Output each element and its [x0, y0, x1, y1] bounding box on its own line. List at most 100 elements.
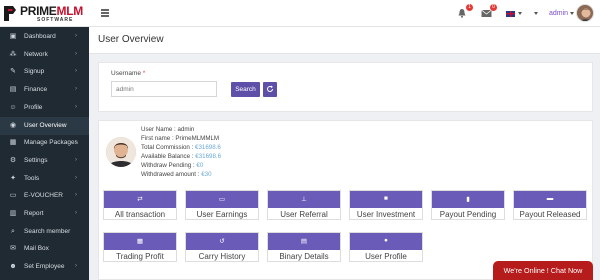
card-label: Carry History — [198, 252, 246, 261]
profile-row-value[interactable]: €30 — [201, 171, 211, 178]
sidebar-item-network[interactable]: ⁂ Network › — [0, 46, 89, 64]
sidebar-item-label: Finance — [24, 86, 48, 94]
avatar[interactable] — [576, 4, 594, 22]
card-trading-profit[interactable]: ▦ Trading Profit — [103, 232, 177, 262]
logo-mark-icon — [4, 6, 16, 21]
sidebar-item-settings[interactable]: ⚙ Settings › — [0, 152, 89, 170]
bell-icon — [458, 9, 466, 18]
packages-icon: ▦ — [9, 139, 17, 147]
sidebar-item-tools[interactable]: ✦ Tools › — [0, 170, 89, 188]
card-payout-released[interactable]: ▬ Payout Released — [513, 190, 587, 220]
profile-avatar — [106, 137, 136, 167]
user-overview-icon: ◉ — [9, 121, 17, 129]
profile-row: Withdraw Pending : €0 — [141, 162, 203, 169]
sidebar-item-e-voucher[interactable]: ▭ E-VOUCHER › — [0, 187, 89, 205]
card-all-transaction[interactable]: ⇄ All transaction — [103, 190, 177, 220]
profile-row: Withdrawed amount : €30 — [141, 171, 212, 178]
chevron-right-icon: › — [75, 103, 77, 110]
sidebar-item-label: Settings — [24, 156, 48, 164]
finance-icon: ▤ — [9, 86, 17, 94]
profile-row-value[interactable]: €31698.6 — [195, 144, 221, 151]
card-binary-details[interactable]: ▤ Binary Details — [267, 232, 341, 262]
profile-row-label: Withdrawed amount : — [141, 171, 200, 178]
top-bar: PRIMEMLM SOFTWARE 1 0 admin — [0, 0, 600, 27]
card-label: Payout Pending — [439, 210, 497, 219]
card-header: ● — [350, 233, 422, 250]
card-user-profile[interactable]: ● User Profile — [349, 232, 423, 262]
profile-row-label: Withdraw Pending : — [141, 162, 195, 169]
reset-button[interactable] — [263, 82, 277, 97]
card-user-earnings[interactable]: ▭ User Earnings — [185, 190, 259, 220]
card-user-referral[interactable]: ⊥ User Referral — [267, 190, 341, 220]
search-button[interactable]: Search — [231, 82, 260, 97]
card-payout-pending[interactable]: ▮ Payout Pending — [431, 190, 505, 220]
sidebar-item-profile[interactable]: ☺ Profile › — [0, 99, 89, 117]
chevron-right-icon: › — [75, 33, 77, 39]
sidebar-item-user-overview[interactable]: ◉ User Overview — [0, 116, 89, 135]
menu-toggle-icon[interactable] — [101, 9, 109, 17]
report-icon: ▥ — [9, 210, 17, 217]
profile-row: Total Commission : €31698.6 — [141, 144, 221, 151]
card-user-investment[interactable]: ■ User Investment — [349, 190, 423, 220]
language-caret-icon[interactable] — [518, 12, 522, 15]
employee-icon: ☻ — [9, 263, 17, 271]
profile-row-value[interactable]: €0 — [196, 162, 203, 169]
sidebar-item-label: Manage Packages — [24, 139, 78, 147]
sidebar-item-label: Signup — [24, 68, 45, 76]
card-carry-history[interactable]: ↺ Carry History — [185, 232, 259, 262]
card-label: Trading Profit — [116, 252, 164, 261]
profile-row-value[interactable]: €31698.6 — [195, 153, 221, 160]
user-menu-name[interactable]: admin — [549, 10, 568, 17]
investment-icon: ■ — [384, 195, 388, 202]
card-header: ↺ — [186, 233, 258, 250]
chevron-right-icon: › — [75, 156, 77, 163]
sitemap-icon: ⊥ — [301, 196, 307, 203]
sidebar-item-dashboard[interactable]: ▣ Dashboard › — [0, 28, 89, 46]
user-icon: ● — [384, 237, 388, 244]
sidebar-item-search-member[interactable]: ⌕ Search member — [0, 223, 89, 241]
sidebar-item-report[interactable]: ▥ Report › — [0, 205, 89, 223]
card-label: User Investment — [356, 210, 416, 219]
chevron-right-icon: › — [75, 210, 77, 216]
mailbox-icon: ✉ — [10, 245, 16, 253]
chevron-right-icon: › — [75, 263, 77, 270]
brand-subtitle: SOFTWARE — [37, 17, 74, 23]
chevron-right-icon: › — [75, 50, 77, 57]
sidebar-item-label: User Overview — [24, 121, 67, 129]
sidebar-item-finance[interactable]: ▤ Finance › — [0, 81, 89, 99]
profile-row-value: admin — [177, 126, 195, 133]
username-input[interactable] — [111, 81, 217, 97]
chevron-right-icon: › — [75, 192, 77, 199]
messages-button[interactable]: 0 — [481, 4, 497, 19]
options-caret-icon[interactable] — [534, 12, 538, 15]
sidebar-item-label: Mail Box — [24, 245, 49, 253]
card-header: ▤ — [268, 233, 340, 250]
tools-icon: ✦ — [10, 174, 16, 182]
exchange-icon: ⇄ — [137, 196, 143, 203]
messages-badge: 0 — [490, 4, 497, 11]
notifications-button[interactable]: 1 — [457, 4, 473, 19]
sidebar-item-label: Network — [24, 50, 48, 58]
profile-row-value: PrimeMLMMLM — [175, 135, 220, 142]
sidebar-item-label: Set Employee — [24, 263, 65, 271]
card-label: User Earnings — [196, 210, 248, 219]
chat-now-button[interactable]: We're Online ! Chat Now — [493, 261, 593, 280]
user-menu-caret-icon[interactable] — [570, 12, 574, 15]
brand-logo[interactable]: PRIMEMLM SOFTWARE — [3, 4, 87, 24]
uk-flag-icon[interactable] — [506, 11, 515, 17]
card-label: Binary Details — [279, 252, 329, 261]
profile-row-label: Available Balance : — [141, 153, 194, 160]
card-label: User Referral — [280, 210, 328, 219]
card-label: User Profile — [365, 252, 407, 261]
notifications-badge: 1 — [466, 4, 473, 11]
chevron-right-icon: › — [75, 86, 77, 93]
sidebar-item-set-employee[interactable]: ☻ Set Employee › — [0, 258, 89, 276]
profile-row: First name : PrimeMLMMLM — [141, 135, 219, 142]
brand-name: PRIMEMLM — [20, 4, 83, 18]
voucher-icon: ▭ — [9, 192, 17, 200]
sidebar-item-mail-box[interactable]: ✉ Mail Box — [0, 240, 89, 258]
sidebar-item-signup[interactable]: ✎ Signup › — [0, 63, 89, 81]
sidebar-item-manage-packages[interactable]: ▦ Manage Packages › — [0, 134, 89, 152]
money-icon: ▭ — [218, 196, 226, 203]
sidebar-item-label: E-VOUCHER — [24, 192, 64, 200]
